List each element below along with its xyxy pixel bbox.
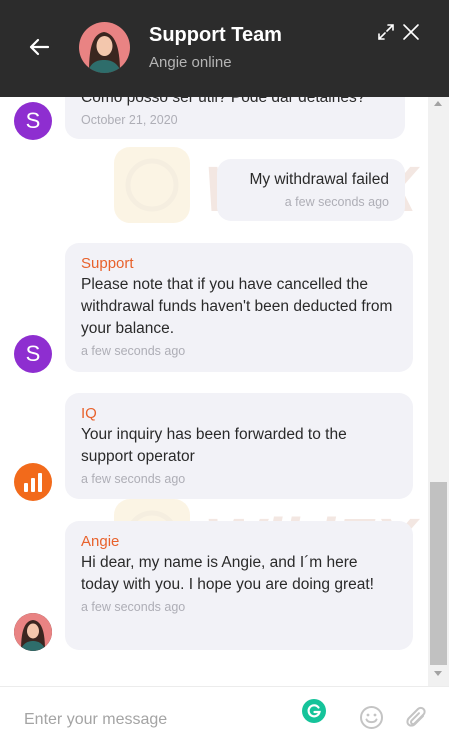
message-time: a few seconds ago <box>81 600 186 614</box>
close-icon[interactable] <box>402 23 420 41</box>
iq-logo-icon <box>14 463 52 501</box>
chat-title: Support Team <box>149 24 282 46</box>
emoji-icon[interactable] <box>359 705 384 730</box>
agent-avatar <box>79 22 130 73</box>
agent-status: Angie online <box>149 54 232 71</box>
scroll-down-arrow-icon[interactable] <box>434 671 442 676</box>
message-time: a few seconds ago <box>284 195 389 209</box>
scrollbar-thumb[interactable] <box>430 482 447 665</box>
scroll-up-arrow-icon[interactable] <box>434 101 442 106</box>
message-time: a few seconds ago <box>81 344 186 358</box>
message-time: a few seconds ago <box>81 472 186 486</box>
message-text: Please note that if you have cancelled t… <box>81 276 393 337</box>
message-sender: IQ <box>81 405 97 422</box>
paperclip-icon[interactable] <box>403 705 430 732</box>
chat-header: Support Team Angie online <box>0 0 449 97</box>
expand-icon[interactable] <box>377 23 395 41</box>
message-bubble-outgoing: My withdrawal failed a few seconds ago <box>217 159 405 221</box>
message-bubble: Support Please note that if you have can… <box>65 243 413 372</box>
support-avatar: S <box>14 102 52 140</box>
arrow-left-icon[interactable] <box>26 34 52 60</box>
message-text: Hi dear, my name is Angie, and I´m here … <box>81 554 374 593</box>
message-input[interactable] <box>24 707 294 733</box>
message-bubble: IQ Your inquiry has been forwarded to th… <box>65 393 413 499</box>
message-sender: Support <box>81 255 134 272</box>
message-text: Your inquiry has been forwarded to the s… <box>81 426 347 465</box>
message-list[interactable]: WikiFX WikiFX Como posso ser útil? Pode … <box>0 97 428 686</box>
grammarly-icon[interactable] <box>302 699 326 723</box>
message-bubble: Como posso ser útil? Pode dar detalhes? … <box>65 97 405 139</box>
message-sender: Angie <box>81 533 120 550</box>
message-time: October 21, 2020 <box>81 113 178 127</box>
message-bubble: Angie Hi dear, my name is Angie, and I´m… <box>65 521 413 650</box>
agent-avatar <box>14 613 52 651</box>
message-text: My withdrawal failed <box>249 171 389 188</box>
message-text: Como posso ser útil? Pode dar detalhes? <box>81 97 366 106</box>
support-avatar: S <box>14 335 52 373</box>
